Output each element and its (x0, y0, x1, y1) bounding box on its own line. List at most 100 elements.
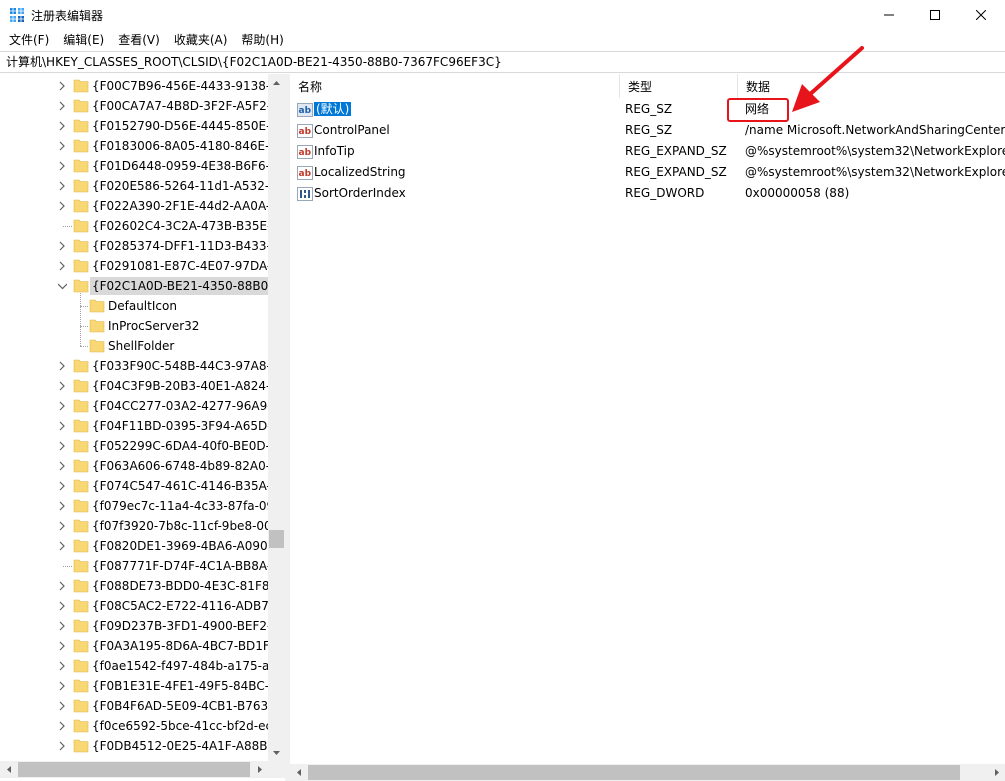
chevron-right-icon[interactable] (58, 541, 67, 551)
tree-key-item[interactable]: {F00CA7A7-4B8D-3F2F-A5F2-C (0, 96, 268, 116)
list-hscroll-thumb[interactable] (308, 765, 960, 780)
chevron-right-icon[interactable] (58, 361, 67, 371)
column-name-header[interactable]: 名称 (290, 74, 620, 98)
menu-file[interactable]: 文件(F) (0, 30, 56, 51)
tree-key-item[interactable]: {F0A3A195-8D6A-4BC7-BD1F- (0, 636, 268, 656)
value-name[interactable]: SortOrderIndex (314, 186, 406, 200)
chevron-right-icon[interactable] (58, 81, 67, 91)
tree-key-item[interactable]: {f0ce6592-5bce-41cc-bf2d-ec4 (0, 716, 268, 736)
tree-key-item[interactable]: {F0B1E31E-4FE1-49F5-84BC-4E (0, 676, 268, 696)
tree-key-item[interactable]: {F0285374-DFF1-11D3-B433-00 (0, 236, 268, 256)
scroll-right-arrow-icon[interactable] (988, 764, 1005, 781)
chevron-right-icon[interactable] (58, 261, 67, 271)
maximize-button[interactable] (912, 0, 958, 30)
chevron-right-icon[interactable] (58, 101, 67, 111)
chevron-right-icon[interactable] (58, 621, 67, 631)
tree-subkey-item[interactable]: InProcServer32 (0, 316, 268, 336)
menu-view[interactable]: 查看(V) (111, 30, 167, 51)
chevron-right-icon[interactable] (58, 441, 67, 451)
close-button[interactable] (958, 0, 1004, 30)
tree-key-item[interactable]: {F04C3F9B-20B3-40E1-A824-3A (0, 376, 268, 396)
tree-key-item[interactable]: {F02C1A0D-BE21-4350-88B0-7 (0, 276, 268, 296)
chevron-right-icon[interactable] (58, 601, 67, 611)
tree-key-item[interactable]: {F052299C-6DA4-40f0-BE0D-8 (0, 436, 268, 456)
tree-key-item[interactable]: {f0ae1542-f497-484b-a175-a2 (0, 656, 268, 676)
chevron-right-icon[interactable] (58, 641, 67, 651)
title-bar[interactable]: 注册表编辑器 (0, 0, 1005, 30)
menu-edit[interactable]: 编辑(E) (56, 30, 111, 51)
value-row[interactable]: ab LocalizedString REG_EXPAND_SZ @%systemro… (290, 162, 1005, 183)
tree-subkey-item[interactable]: ShellFolder (0, 336, 268, 356)
tree-key-item[interactable]: {F0DB4512-0E25-4A1F-A88B-8 (0, 736, 268, 756)
scroll-down-arrow-icon[interactable] (268, 744, 285, 761)
column-data-header[interactable]: 数据 (738, 74, 1005, 98)
tree-key-item[interactable]: {F08C5AC2-E722-4116-ADB7-C (0, 596, 268, 616)
value-name[interactable]: LocalizedString (314, 165, 406, 179)
value-name-cell[interactable]: ControlPanel (314, 120, 620, 141)
chevron-down-icon[interactable] (58, 281, 67, 291)
tree-key-item[interactable]: {F0152790-D56E-4445-850E-4F (0, 116, 268, 136)
value-name-cell[interactable]: (默认) (314, 99, 620, 120)
chevron-right-icon[interactable] (58, 741, 67, 751)
tree-key-item[interactable]: {F088DE73-BDD0-4E3C-81F8-6 (0, 576, 268, 596)
tree-scroll-thumb[interactable] (269, 530, 284, 548)
scroll-left-arrow-icon[interactable] (0, 761, 17, 778)
tree-key-item[interactable]: {F09D237B-3FD1-4900-BEF2-3 (0, 616, 268, 636)
chevron-right-icon[interactable] (58, 161, 67, 171)
chevron-right-icon[interactable] (58, 201, 67, 211)
tree-key-item[interactable]: {F0291081-E87C-4E07-97DA-A (0, 256, 268, 276)
tree-key-item[interactable]: {F01D6448-0959-4E38-B6F6-B6 (0, 156, 268, 176)
value-name-cell[interactable]: InfoTip (314, 141, 620, 162)
list-horizontal-scrollbar[interactable] (290, 764, 1005, 781)
tree-key-item[interactable]: {F033F90C-548B-44C3-97A8-B (0, 356, 268, 376)
chevron-right-icon[interactable] (58, 581, 67, 591)
chevron-right-icon[interactable] (58, 681, 67, 691)
chevron-right-icon[interactable] (58, 381, 67, 391)
chevron-right-icon[interactable] (58, 661, 67, 671)
value-name[interactable]: (默认) (314, 102, 352, 116)
tree-key-item[interactable]: {f079ec7c-11a4-4c33-87fa-090 (0, 496, 268, 516)
tree-key-item[interactable]: {F04CC277-03A2-4277-96A9-7 (0, 396, 268, 416)
tree-key-item[interactable]: {F0183006-8A05-4180-846E-0A (0, 136, 268, 156)
value-row[interactable]: ab (默认) REG_SZ 网络 (290, 99, 1005, 120)
tree-key-item[interactable]: {F0820DE1-3969-4BA6-A090-E (0, 536, 268, 556)
value-row[interactable]: ab ControlPanel REG_SZ/name Microsoft.Netw… (290, 120, 1005, 141)
value-row[interactable]: ab InfoTip REG_EXPAND_SZ @%systemroot%\syst… (290, 141, 1005, 162)
minimize-button[interactable] (866, 0, 912, 30)
chevron-right-icon[interactable] (58, 121, 67, 131)
scroll-left-arrow-icon[interactable] (290, 764, 307, 781)
scroll-up-arrow-icon[interactable] (268, 74, 285, 91)
chevron-right-icon[interactable] (58, 181, 67, 191)
tree-key-item[interactable]: {f07f3920-7b8c-11cf-9be8-00a (0, 516, 268, 536)
value-name[interactable]: ControlPanel (314, 123, 390, 137)
menu-favorites[interactable]: 收藏夹(A) (167, 30, 235, 51)
chevron-right-icon[interactable] (58, 701, 67, 711)
tree-vertical-scrollbar[interactable] (268, 74, 285, 761)
chevron-right-icon[interactable] (58, 401, 67, 411)
chevron-right-icon[interactable] (58, 141, 67, 151)
tree-key-item[interactable]: {F087771F-D74F-4C1A-BB8A-E (0, 556, 268, 576)
tree-key-item[interactable]: {F063A606-6748-4b89-82A0-3I (0, 456, 268, 476)
tree-key-item[interactable]: {F0B4F6AD-5E09-4CB1-B763-E (0, 696, 268, 716)
tree-subkey-item[interactable]: DefaultIcon (0, 296, 268, 316)
tree-key-item[interactable]: {F020E586-5264-11d1-A532-00 (0, 176, 268, 196)
scroll-right-arrow-icon[interactable] (251, 761, 268, 778)
chevron-right-icon[interactable] (58, 421, 67, 431)
value-name-cell[interactable]: SortOrderIndex (314, 183, 620, 204)
menu-help[interactable]: 帮助(H) (234, 30, 290, 51)
value-row[interactable]: SortOrderIndex REG_DWORD 0x00000058 (88) (290, 183, 1005, 204)
chevron-right-icon[interactable] (58, 721, 67, 731)
chevron-right-icon[interactable] (58, 481, 67, 491)
tree-key-item[interactable]: {F04F11BD-0395-3F94-A65D-C (0, 416, 268, 436)
chevron-right-icon[interactable] (58, 521, 67, 531)
tree-hscroll-thumb[interactable] (18, 762, 250, 777)
chevron-right-icon[interactable] (58, 501, 67, 511)
tree-key-item[interactable]: {F074C547-461C-4146-B35A-F (0, 476, 268, 496)
tree-key-item[interactable]: {F00C7B96-456E-4433-9138-54 (0, 76, 268, 96)
column-type-header[interactable]: 类型 (620, 74, 738, 98)
tree-key-item[interactable]: {F022A390-2F1E-44d2-AA0A-0 (0, 196, 268, 216)
tree-key-item[interactable]: {F02602C4-3C2A-473B-B35E-6 (0, 216, 268, 236)
tree-horizontal-scrollbar[interactable] (0, 761, 285, 778)
chevron-right-icon[interactable] (58, 241, 67, 251)
value-name-cell[interactable]: LocalizedString (314, 162, 620, 183)
